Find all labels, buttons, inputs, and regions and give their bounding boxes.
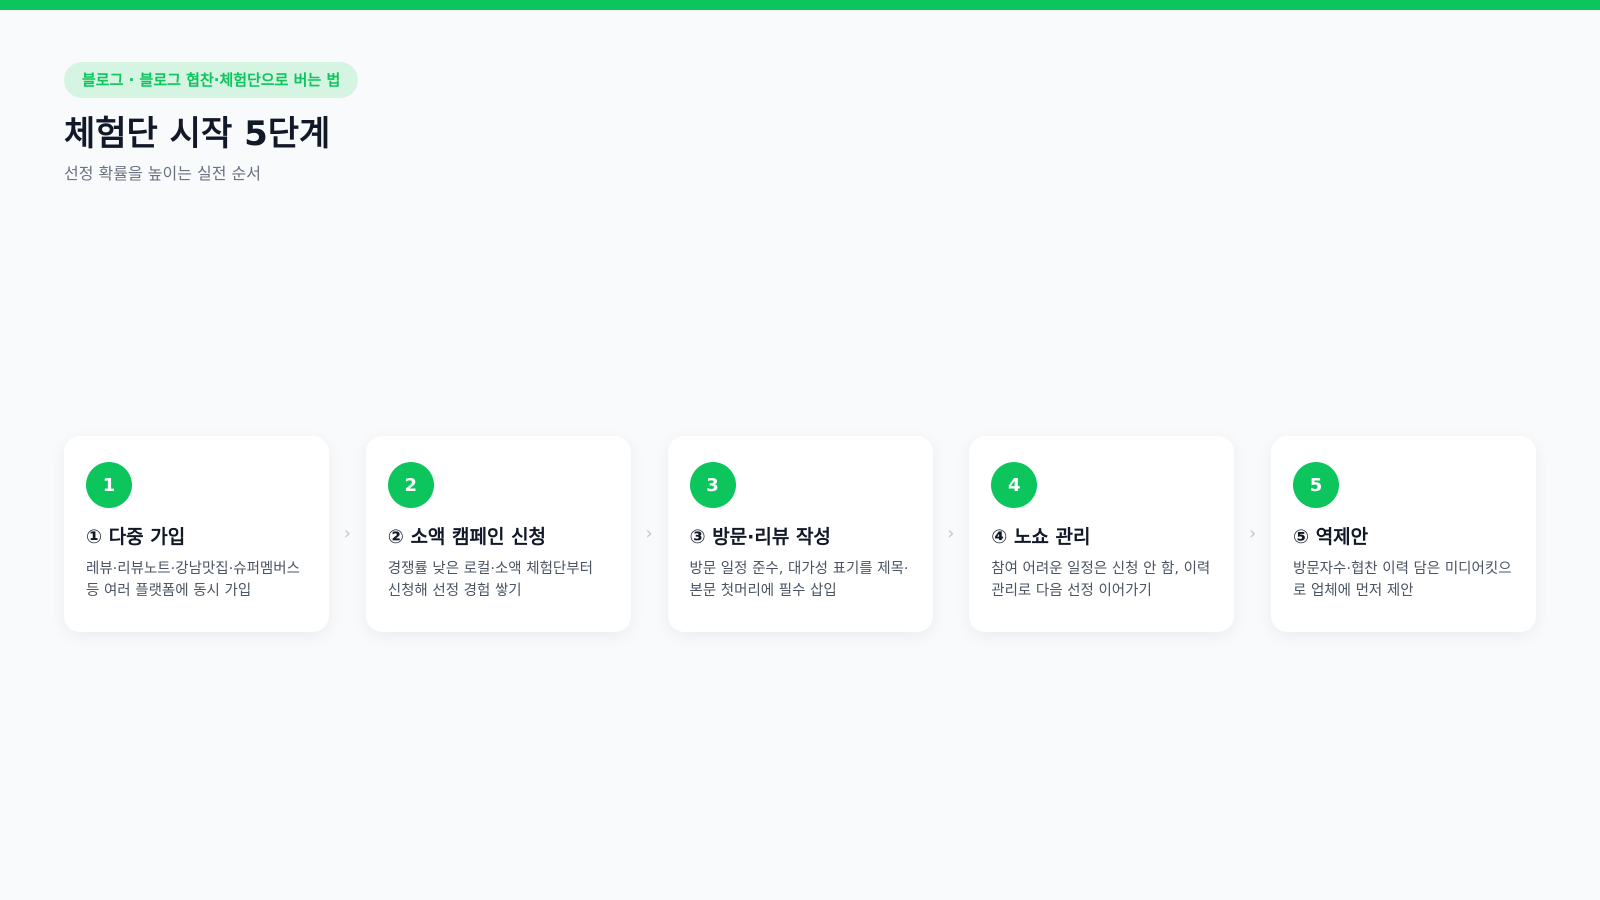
steps-row: 1 ① 다중 가입 레뷰·리뷰노트·강남맛집·슈퍼멤버스 등 여러 플랫폼에 동… xyxy=(64,436,1536,632)
step-number-badge: 3 xyxy=(689,462,736,508)
step-number-badge: 1 xyxy=(86,462,132,508)
step-title: ④ 노쇼 관리 xyxy=(991,526,1091,548)
page-header: 블로그 · 블로그 협찬·체험단으로 버는 법 체험단 시작 5단계 선정 확률… xyxy=(64,62,359,184)
top-accent-bar xyxy=(0,0,1600,10)
step-title: ⑤ 역제안 xyxy=(1293,526,1369,548)
step-title: ③ 방문·리뷰 작성 xyxy=(689,526,831,548)
step-card-1: 1 ① 다중 가입 레뷰·리뷰노트·강남맛집·슈퍼멤버스 등 여러 플랫폼에 동… xyxy=(64,436,329,632)
step-description: 참여 어려운 일정은 신청 안 함, 이력 관리로 다음 선정 이어가기 xyxy=(991,561,1211,599)
step-description: 레뷰·리뷰노트·강남맛집·슈퍼멤버스 등 여러 플랫폼에 동시 가입 xyxy=(86,561,300,599)
step-card-3: 3 ③ 방문·리뷰 작성 방문 일정 준수, 대가성 표기를 제목·본문 첫머리… xyxy=(667,436,933,632)
page-title: 체험단 시작 5단계 xyxy=(64,114,331,154)
step-description: 방문자수·협찬 이력 담은 미디어킷으로 업체에 먼저 제안 xyxy=(1293,561,1512,599)
category-tag: 블로그 · 블로그 협찬·체험단으로 버는 법 xyxy=(64,62,359,98)
chevron-right-icon: › xyxy=(947,523,955,544)
step-title: ① 다중 가입 xyxy=(86,526,186,548)
step-card-2: 2 ② 소액 캠페인 신청 경쟁률 낮은 로컬·소액 체험단부터 신청해 선정 … xyxy=(365,436,631,632)
step-number-badge: 4 xyxy=(991,462,1038,508)
step-card-4: 4 ④ 노쇼 관리 참여 어려운 일정은 신청 안 함, 이력 관리로 다음 선… xyxy=(969,436,1235,632)
step-card-5: 5 ⑤ 역제안 방문자수·협찬 이력 담은 미디어킷으로 업체에 먼저 제안 xyxy=(1271,436,1536,632)
chevron-right-icon: › xyxy=(343,523,351,544)
step-number-badge: 5 xyxy=(1293,462,1339,508)
chevron-right-icon: › xyxy=(1249,523,1257,544)
step-description: 방문 일정 준수, 대가성 표기를 제목·본문 첫머리에 필수 삽입 xyxy=(689,561,909,599)
page-subtitle: 선정 확률을 높이는 실전 순서 xyxy=(64,164,261,183)
step-description: 경쟁률 낮은 로컬·소액 체험단부터 신청해 선정 경험 쌓기 xyxy=(387,561,593,599)
chevron-right-icon: › xyxy=(645,523,653,544)
step-title: ② 소액 캠페인 신청 xyxy=(387,526,547,548)
step-number-badge: 2 xyxy=(387,462,434,508)
